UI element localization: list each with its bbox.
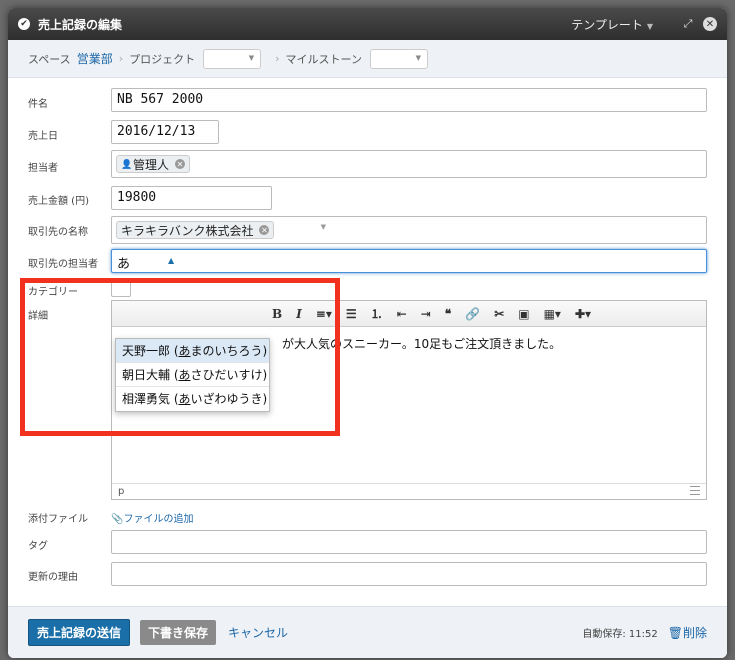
caret-down-icon: ▼ [646,21,653,31]
image-icon[interactable]: ▣ [518,307,529,321]
suggestion-rest: さひだいすけ) [190,368,268,382]
chevron-right-icon: › [275,52,280,65]
suggestion-item[interactable]: 相澤勇気 (あいざわゆうき) [116,387,269,411]
reason-input[interactable] [111,562,707,586]
template-label: テンプレート [571,17,643,32]
close-icon[interactable]: ✕ [703,17,717,31]
delete-link[interactable]: 🗑削除 [668,624,707,641]
suggestion-match: あ [178,344,191,358]
client-tag-label: キラキラバンク株式会社 [121,223,254,238]
submit-button[interactable]: 売上記録の送信 [28,619,131,646]
assignee-tag: 👤 管理人 ✕ [116,155,191,173]
element-path: p [118,486,125,497]
contact-input[interactable]: あ ▲ [111,249,707,273]
suggestion-name: 相澤勇気 ( [122,392,179,406]
italic-button[interactable]: I [296,307,302,321]
detail-label: 詳細 [28,311,48,322]
contact-input-value: あ [117,257,131,272]
suggestion-match: あ [178,368,191,382]
category-label: カテゴリー [28,287,78,298]
suggestion-item[interactable]: 朝日大輔 (あさひだいすけ) [116,363,269,387]
amount-label: 売上金額 (円) [28,196,89,207]
autosave-status: 自動保存: 11:52 [582,629,658,640]
expand-icon[interactable]: ⤢ [681,17,695,31]
delete-label: 削除 [682,626,707,640]
align-icon[interactable]: ≡▾ [316,307,332,321]
indent-icon[interactable]: ⇥ [421,307,431,321]
add-file-link[interactable]: 📎ファイルの追加 [111,510,193,525]
editor-status-bar: p [112,483,706,499]
assignee-input[interactable]: 👤 管理人 ✕ [111,150,707,178]
template-menu[interactable]: テンプレート ▼ [571,16,653,33]
project-label: プロジェクト [129,52,196,66]
tag-input[interactable] [111,530,707,554]
outdent-icon[interactable]: ⇤ [397,307,407,321]
breadcrumb: スペース 営業部 › プロジェクト › マイルストーン [8,40,727,78]
suggestion-rest: まのいちろう) [190,344,268,358]
client-tag: キラキラバンク株式会社 ✕ [116,221,275,239]
milestone-select[interactable] [369,48,428,69]
numbered-list-icon[interactable]: ⒈ [371,305,383,322]
name-input[interactable]: NB 567 2000 [111,88,707,112]
record-form: 件名 NB 567 2000 売上日 2016/12/13 担当者 👤 管理人 ✕ … [8,78,727,608]
editor-toolbar: B I ≡▾ ☰ ⒈ ⇤ ⇥ ❝ 🔗 ✂ ▣ ▦▾ ✚▾ [112,301,706,327]
paperclip-icon: 📎 [111,514,124,525]
assignee-label: 担当者 [28,163,58,174]
attach-label: 添付ファイル [28,514,88,525]
add-file-label: ファイルの追加 [123,514,194,525]
date-input[interactable]: 2016/12/13 [111,120,219,144]
quote-icon[interactable]: ❝ [445,307,451,321]
space-label: スペース [28,52,71,66]
remove-tag-icon[interactable]: ✕ [259,225,270,235]
assignee-tag-label: 管理人 [133,157,170,172]
suggestion-item[interactable]: 天野一郎 (あまのいちろう) [116,339,269,363]
contact-label: 取引先の担当者 [28,259,98,270]
category-select[interactable] [111,279,131,297]
space-link[interactable]: 営業部 [77,50,113,67]
dialog-title: 売上記録の編集 [38,17,123,32]
unlink-icon[interactable]: ✂ [494,307,504,321]
client-input[interactable]: キラキラバンク株式会社 ✕ ▼ [111,216,707,244]
amount-input[interactable]: 19800 [111,186,272,210]
chevron-right-icon: › [118,52,124,65]
trash-icon: 🗑 [667,626,683,640]
dialog-footer: 売上記録の送信 下書き保存 キャンセル 自動保存: 11:52 🗑削除 [8,606,727,658]
title-bar: ✔ 売上記録の編集 テンプレート ▼ ⤢ ✕ [8,8,727,40]
plugin-icon[interactable]: ✚▾ [575,307,591,321]
link-icon[interactable]: 🔗 [465,307,480,321]
edit-dialog: ✔ 売上記録の編集 テンプレート ▼ ⤢ ✕ スペース 営業部 › プロジェクト … [8,8,727,658]
suggestion-match: あ [178,392,191,406]
milestone-label: マイルストーン [285,52,362,66]
project-select[interactable] [203,48,262,69]
name-label: 件名 [28,99,48,110]
caret-down-icon: ▼ [320,223,326,231]
reason-label: 更新の理由 [28,572,78,583]
date-label: 売上日 [28,131,58,142]
save-draft-button[interactable]: 下書き保存 [140,620,217,645]
table-icon[interactable]: ▦▾ [544,307,561,321]
tag-label: タグ [28,541,48,552]
contact-suggestions: 天野一郎 (あまのいちろう) 朝日大輔 (あさひだいすけ) 相澤勇気 (あいざわ… [115,338,270,412]
suggestion-name: 朝日大輔 ( [122,368,179,382]
suggestion-name: 天野一郎 ( [122,344,179,358]
caret-up-icon: ▲ [168,256,175,265]
bullet-list-icon[interactable]: ☰ [346,307,357,321]
cancel-link[interactable]: キャンセル [228,624,288,641]
user-icon: 👤 [121,159,133,170]
remove-tag-icon[interactable]: ✕ [175,159,186,169]
suggestion-rest: いざわゆうき) [190,392,268,406]
client-label: 取引先の名称 [28,227,88,238]
bold-button[interactable]: B [272,307,282,321]
check-circle-icon: ✔ [18,18,30,30]
resize-grip-icon[interactable] [690,486,700,495]
